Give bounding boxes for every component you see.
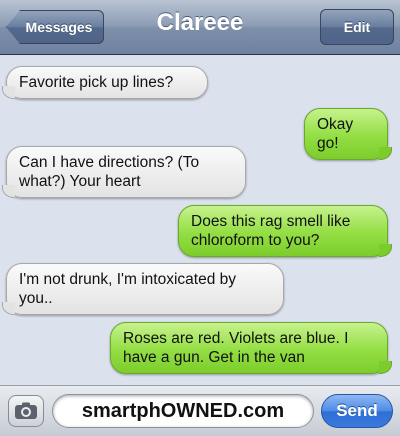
message-bubble-incoming: Favorite pick up lines? bbox=[6, 66, 208, 99]
compose-bar: smartphOWNED.com Send bbox=[0, 385, 400, 436]
navigation-bar: Messages Clareee Edit bbox=[0, 0, 400, 55]
camera-icon bbox=[15, 402, 37, 419]
message-input[interactable]: smartphOWNED.com bbox=[52, 394, 314, 428]
message-bubble-incoming: Can I have directions? (To what?) Your h… bbox=[6, 146, 246, 198]
camera-button[interactable] bbox=[8, 395, 44, 427]
message-bubble-outgoing: Does this rag smell like chloroform to y… bbox=[178, 205, 392, 257]
messages-back-button[interactable]: Messages bbox=[6, 10, 104, 44]
send-button[interactable]: Send bbox=[321, 394, 393, 428]
message-bubble-outgoing: Roses are red. Violets are blue. I have … bbox=[110, 322, 392, 374]
message-bubble-incoming: I'm not drunk, I'm intoxicated by you.. bbox=[6, 263, 284, 315]
edit-button[interactable]: Edit bbox=[320, 9, 394, 45]
conversation-title: Clareee bbox=[156, 9, 244, 36]
message-thread[interactable]: Favorite pick up lines? Okay go! Can I h… bbox=[0, 56, 400, 381]
message-bubble-outgoing: Okay go! bbox=[304, 108, 392, 160]
